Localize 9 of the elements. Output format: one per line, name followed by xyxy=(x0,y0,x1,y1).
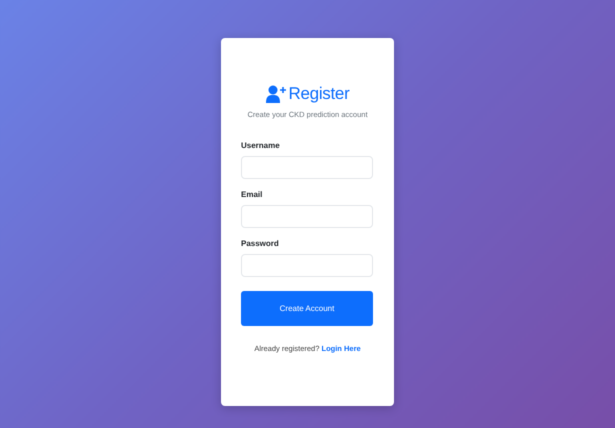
input-field[interactable] xyxy=(241,156,373,179)
input-field[interactable] xyxy=(241,205,373,228)
register-title: Register xyxy=(288,84,350,104)
input-field[interactable] xyxy=(241,254,373,277)
create-account-button[interactable]: Create Account xyxy=(241,291,373,326)
field-label: Username xyxy=(241,141,281,150)
field-label: Email xyxy=(241,190,264,199)
field-label: Password xyxy=(241,239,280,248)
add-user-icon xyxy=(266,85,286,103)
